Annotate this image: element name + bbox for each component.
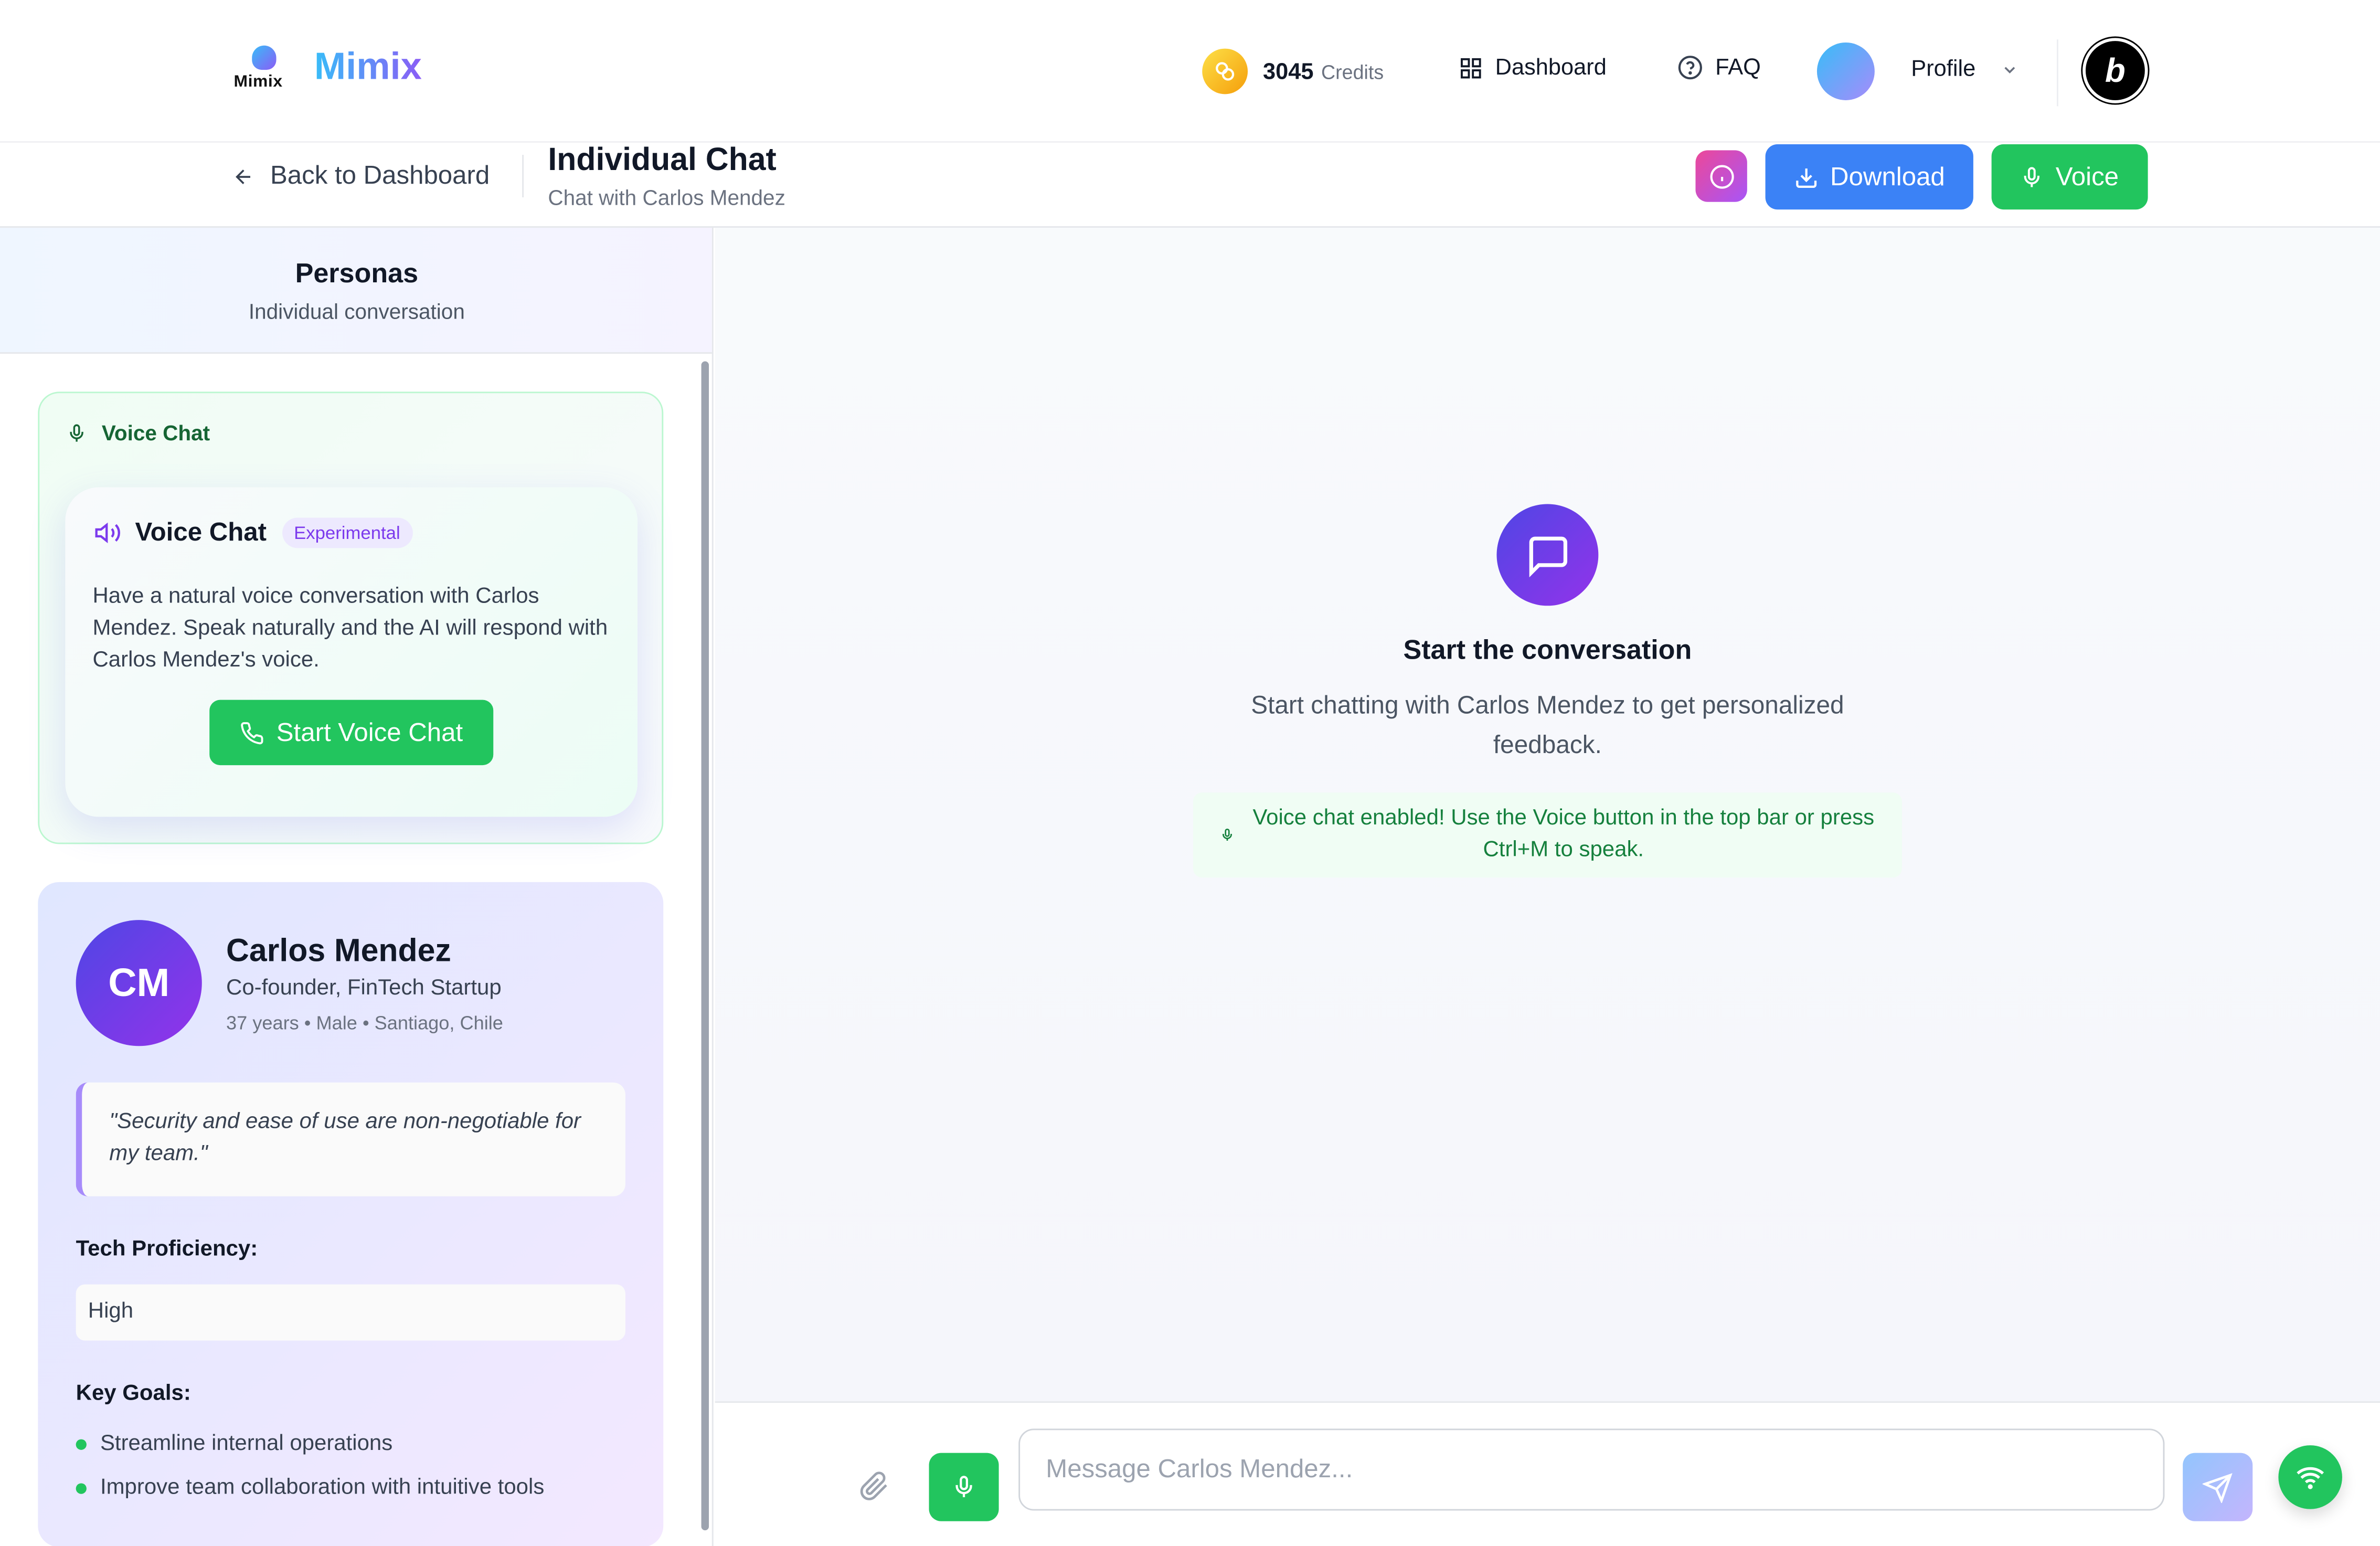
info-button[interactable] <box>1695 150 1747 202</box>
persona-sidebar: Personas Individual conversation Voice C… <box>0 227 714 1546</box>
bullet-dot <box>76 1438 87 1449</box>
voice-chat-header-label: Voice Chat <box>101 420 210 445</box>
subheader-divider <box>522 155 524 198</box>
voice-chat-description: Have a natural voice conversation with C… <box>92 584 608 673</box>
message-input[interactable] <box>1018 1428 2165 1511</box>
voice-hint: Voice chat enabled! Use the Voice button… <box>1193 792 1902 878</box>
bolt-badge-letter: b <box>2105 50 2126 89</box>
page-subtitle: Chat with Carlos Mendez <box>548 185 785 210</box>
brand-name[interactable]: Mimix <box>314 46 422 90</box>
message-square-icon <box>1496 504 1599 606</box>
sidebar-header: Personas Individual conversation <box>0 227 712 354</box>
app-root: Mimix Mimix 3045 Credits Dashboard FAQ P… <box>0 0 2380 1546</box>
persona-name: Carlos Mendez <box>226 934 451 969</box>
goal-text: Improve team collaboration with intuitiv… <box>100 1475 545 1500</box>
bullet-dot <box>76 1483 87 1494</box>
phone-icon <box>241 721 263 744</box>
chevron-down-icon <box>2004 66 2014 73</box>
arrow-left-icon <box>236 168 250 184</box>
credits-value: 3045 <box>1262 58 1314 84</box>
voice-hint-text: Voice chat enabled! Use the Voice button… <box>1252 806 1875 863</box>
experimental-badge: Experimental <box>281 517 412 548</box>
logo-text: Mimix <box>233 72 283 91</box>
credits-label: Credits <box>1321 60 1384 83</box>
start-voice-chat-button[interactable]: Start Voice Chat <box>209 700 494 766</box>
voice-button[interactable]: Voice <box>1991 144 2148 210</box>
key-goals-label: Key Goals: <box>76 1381 191 1406</box>
chat-area: Start the conversation Start chatting wi… <box>715 227 2380 1402</box>
persona-card: CM Carlos Mendez Co-founder, FinTech Sta… <box>38 882 664 1546</box>
list-item: Streamline internal operations <box>76 1432 393 1456</box>
mic-icon <box>955 1476 972 1497</box>
sidebar-title: Personas <box>295 258 419 289</box>
voice-chat-header: Voice Chat <box>67 420 210 445</box>
voice-label: Voice <box>2055 162 2119 191</box>
page-title: Individual Chat <box>548 142 777 178</box>
persona-role: Co-founder, FinTech Startup <box>226 976 502 1001</box>
chat-subheader: Back to Dashboard Individual Chat Chat w… <box>0 142 2380 228</box>
persona-meta: 37 years • Male • Santiago, Chile <box>226 1012 503 1034</box>
app-logo[interactable]: Mimix <box>231 36 298 103</box>
connection-status-button[interactable] <box>2278 1445 2342 1509</box>
empty-state-title: Start the conversation <box>1403 634 1692 665</box>
wifi-icon <box>2297 1467 2324 1489</box>
info-icon <box>1709 164 1734 188</box>
nav-faq-label: FAQ <box>1715 55 1761 81</box>
voice-chat-title: Voice Chat <box>135 517 267 547</box>
nav-dashboard[interactable]: Dashboard <box>1459 55 1607 80</box>
voice-chat-panel: Voice Chat Experimental Have a natural v… <box>65 487 638 817</box>
send-icon <box>2202 1472 2233 1502</box>
paperclip-icon <box>860 1471 887 1500</box>
sidebar-subtitle: Individual conversation <box>248 299 465 324</box>
coin-icon <box>1202 48 1248 94</box>
list-item: Improve team collaboration with intuitiv… <box>76 1475 545 1500</box>
download-button[interactable]: Download <box>1765 144 1973 210</box>
empty-state-subtitle: Start chatting with Carlos Mendez to get… <box>1251 692 1844 759</box>
persona-avatar: CM <box>76 920 202 1046</box>
voice-chat-panel-title: Voice Chat Experimental <box>92 517 412 548</box>
logo-head-icon <box>252 45 277 70</box>
top-header: Mimix Mimix 3045 Credits Dashboard FAQ P… <box>0 0 2380 143</box>
mic-button[interactable] <box>929 1453 999 1521</box>
back-to-dashboard-link[interactable]: Back to Dashboard <box>232 161 490 192</box>
download-label: Download <box>1830 162 1945 191</box>
tech-proficiency-label: Tech Proficiency: <box>76 1237 258 1262</box>
mic-icon <box>1223 828 1232 841</box>
download-icon <box>1795 167 1816 187</box>
tech-proficiency-value: High <box>76 1284 625 1341</box>
profile-menu[interactable]: Profile <box>1911 56 2018 82</box>
nav-faq[interactable]: FAQ <box>1677 55 1761 80</box>
message-composer <box>715 1401 2380 1546</box>
persona-quote: "Security and ease of use are non-negoti… <box>76 1082 625 1196</box>
help-circle-icon <box>1678 56 1702 80</box>
profile-label: Profile <box>1911 56 1976 82</box>
mic-icon <box>2024 166 2040 187</box>
credits-display: 3045 Credits <box>1202 47 1384 96</box>
back-label: Back to Dashboard <box>270 161 490 190</box>
start-voice-chat-label: Start Voice Chat <box>276 717 463 746</box>
sidebar-scrollbar[interactable] <box>701 361 709 1531</box>
nav-dashboard-label: Dashboard <box>1495 55 1607 81</box>
grid-icon <box>1461 57 1481 78</box>
bolt-badge[interactable]: b <box>2082 38 2148 103</box>
voice-chat-card: Voice Chat Voice Chat Experimental Have … <box>38 391 664 844</box>
mic-icon <box>70 423 83 441</box>
user-avatar[interactable] <box>1816 43 1875 100</box>
speaker-icon <box>95 522 120 544</box>
send-button[interactable] <box>2183 1453 2253 1521</box>
attach-button[interactable] <box>859 1471 889 1509</box>
header-divider <box>2057 39 2058 107</box>
goal-text: Streamline internal operations <box>100 1432 393 1456</box>
